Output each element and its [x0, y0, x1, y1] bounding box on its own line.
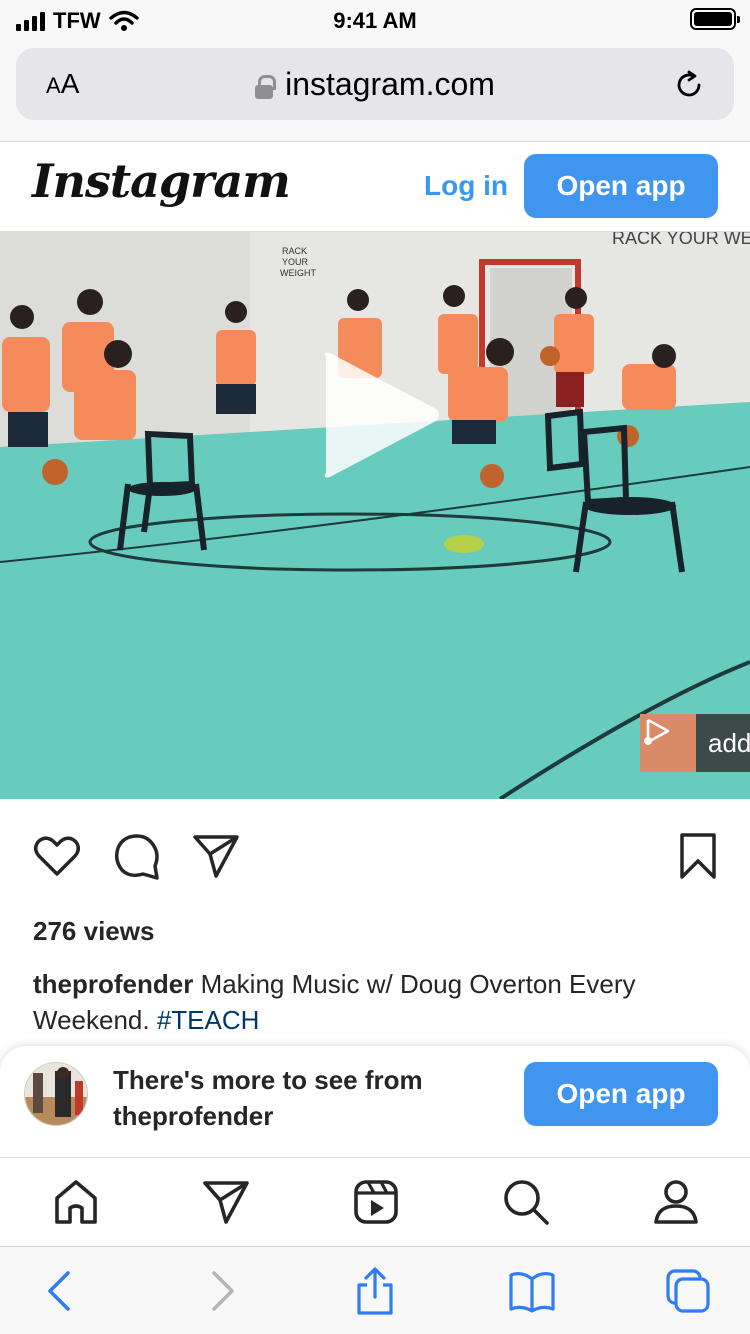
- instagram-logo[interactable]: Instagram: [32, 154, 291, 208]
- tabs-icon[interactable]: [664, 1267, 712, 1315]
- login-link[interactable]: Log in: [424, 170, 508, 202]
- open-app-button[interactable]: Open app: [524, 154, 718, 218]
- ig-header: Instagram Log in Open app: [0, 142, 750, 232]
- comment-icon[interactable]: [113, 832, 161, 880]
- url-display[interactable]: instagram.com: [16, 66, 734, 103]
- caption-hashtag[interactable]: #TEACH: [157, 1005, 260, 1035]
- back-icon[interactable]: [38, 1267, 86, 1315]
- search-icon[interactable]: [502, 1178, 550, 1226]
- svg-text:RACK YOUR WEIG: RACK YOUR WEIG: [612, 232, 750, 248]
- caption-username[interactable]: theprofender: [33, 969, 193, 999]
- address-bar[interactable]: AA instagram.com: [16, 48, 734, 120]
- direct-icon[interactable]: [202, 1178, 250, 1226]
- battery-icon: [690, 8, 740, 30]
- instagram-mobile-page: TFW 9:41 AM AA instagram.com Instagram L…: [0, 0, 750, 1334]
- more-content-line2: theprofender: [113, 1101, 274, 1131]
- audio-badge[interactable]: add: [640, 714, 750, 772]
- url-text: instagram.com: [285, 66, 495, 102]
- video-frame: RACK YOUR WEIGHT RACK YOUR WEIG: [0, 232, 750, 799]
- home-icon[interactable]: [52, 1178, 100, 1226]
- more-content-line1: There's more to see from: [113, 1065, 423, 1095]
- post-video[interactable]: RACK YOUR WEIGHT RACK YOUR WEIG: [0, 232, 750, 799]
- music-note-icon: [640, 714, 696, 772]
- forward-icon[interactable]: [196, 1267, 244, 1315]
- bookmark-icon[interactable]: [676, 832, 720, 880]
- heart-icon[interactable]: [33, 832, 81, 880]
- lock-icon: [255, 74, 277, 99]
- svg-text:YOUR: YOUR: [282, 257, 309, 267]
- more-content-text: There's more to see from theprofender: [113, 1062, 493, 1134]
- svg-text:RACK: RACK: [282, 246, 307, 256]
- status-time: 9:41 AM: [333, 8, 417, 33]
- audio-badge-label: add: [696, 714, 750, 772]
- play-icon[interactable]: [312, 345, 444, 485]
- svg-text:WEIGHT: WEIGHT: [280, 268, 316, 278]
- more-content-banner: There's more to see from theprofender Op…: [0, 1046, 750, 1158]
- view-count: 276 views: [33, 916, 155, 946]
- reload-icon[interactable]: [672, 68, 706, 102]
- post-caption: theprofender Making Music w/ Doug Overto…: [33, 966, 723, 1038]
- share-icon[interactable]: [192, 832, 240, 880]
- avatar[interactable]: [24, 1062, 88, 1126]
- profile-icon[interactable]: [652, 1178, 700, 1226]
- reels-icon[interactable]: [352, 1178, 400, 1226]
- browser-top-bar: AA instagram.com: [0, 40, 750, 142]
- safari-toolbar: [0, 1246, 750, 1334]
- banner-open-app-button[interactable]: Open app: [524, 1062, 718, 1126]
- share-sheet-icon[interactable]: [351, 1267, 399, 1315]
- post-actions: [0, 832, 750, 888]
- ig-bottom-nav: [0, 1158, 750, 1246]
- status-bar: TFW 9:41 AM: [0, 0, 750, 40]
- bookmarks-icon[interactable]: [508, 1267, 556, 1315]
